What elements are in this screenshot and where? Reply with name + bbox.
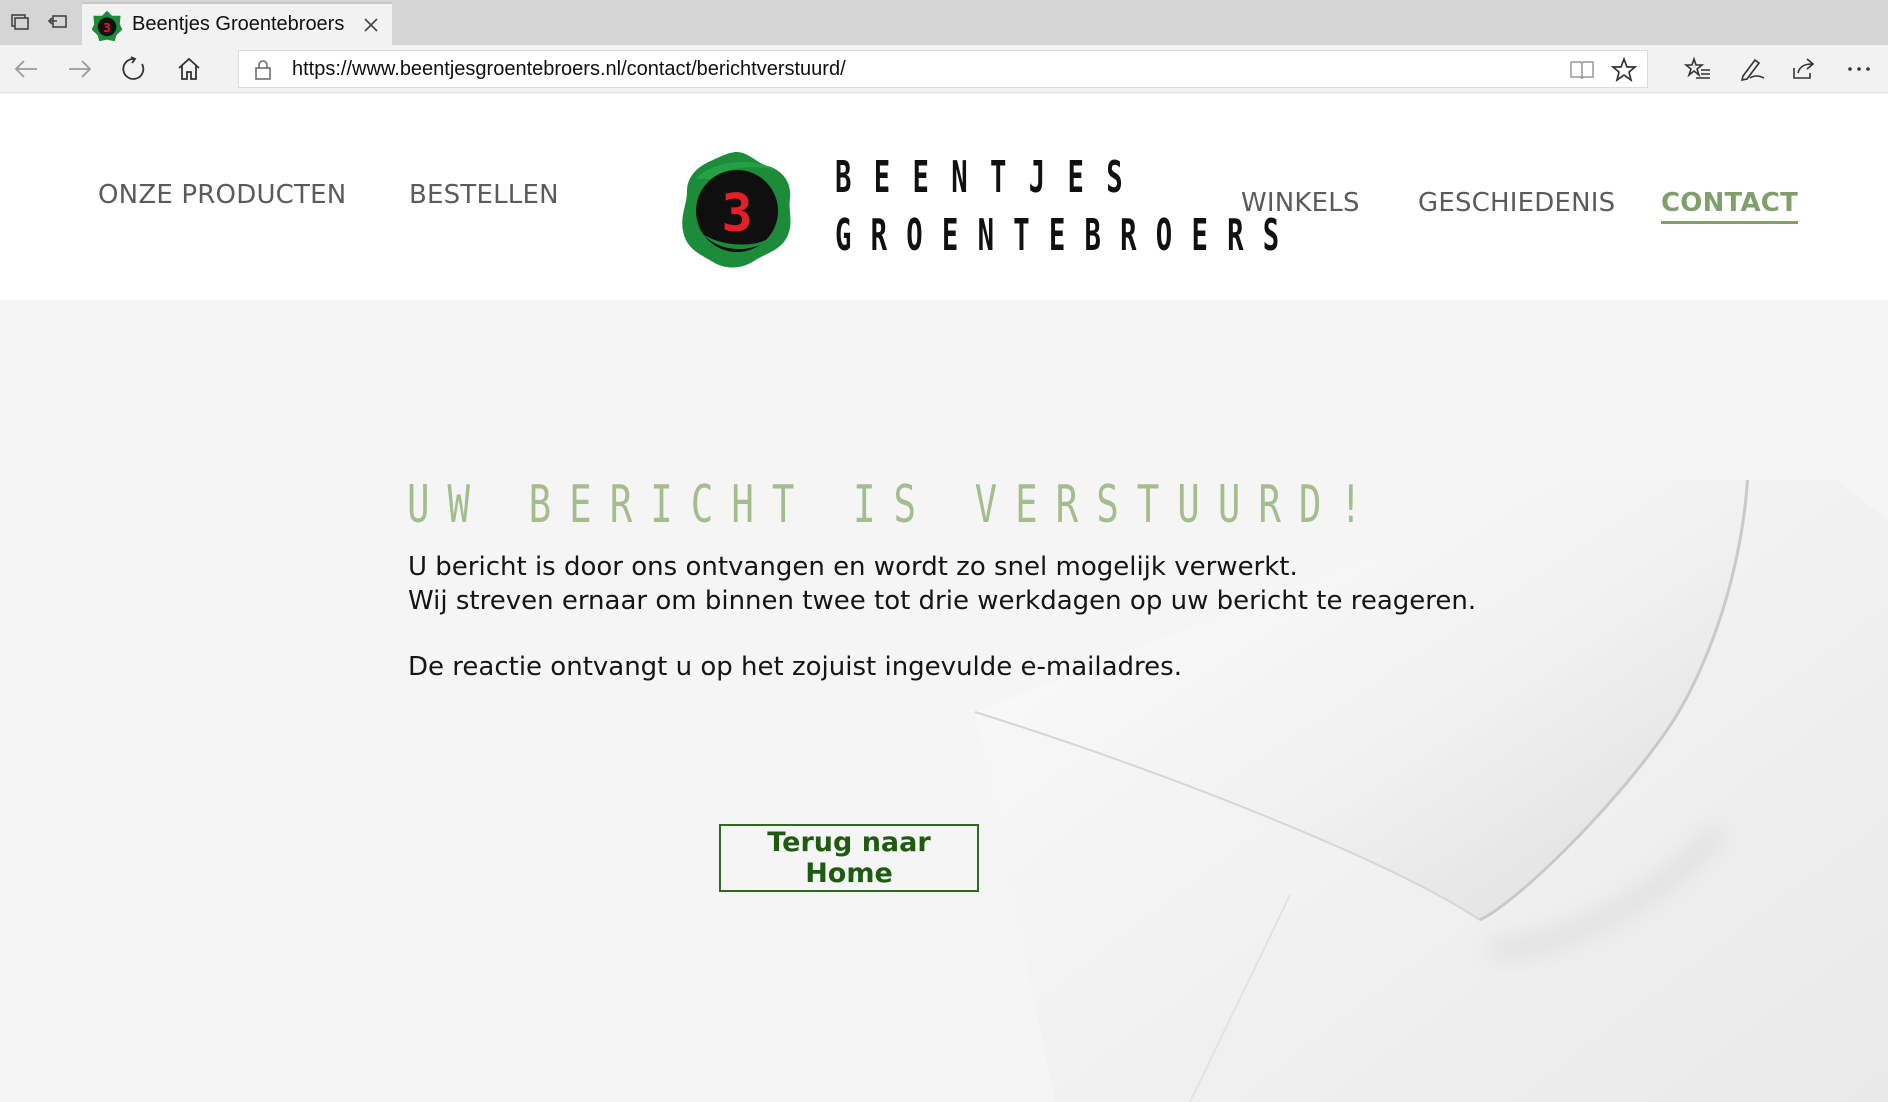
svg-text:3: 3: [721, 184, 752, 244]
nav-contact[interactable]: CONTACT: [1661, 188, 1798, 224]
message-line-1: U bericht is door ons ontvangen en wordt…: [408, 552, 1298, 582]
browser-tab-bar: 3 Beentjes Groentebroers: [0, 0, 1888, 45]
more-icon[interactable]: [1843, 53, 1875, 85]
reading-view-icon[interactable]: [1569, 58, 1595, 82]
tab-title: Beentjes Groentebroers: [132, 13, 345, 35]
nav-geschiedenis[interactable]: GESCHIEDENIS: [1418, 188, 1615, 218]
svg-text:3: 3: [103, 21, 111, 36]
pen-icon[interactable]: [1736, 53, 1768, 85]
favorites-list-icon[interactable]: [1682, 53, 1714, 85]
logo-emblem[interactable]: 3: [680, 149, 795, 271]
message-line-3: De reactie ontvangt u op het zojuist ing…: [408, 652, 1182, 682]
favorite-star-icon[interactable]: [1611, 57, 1637, 83]
nav-onze-producten[interactable]: ONZE PRODUCTEN: [98, 180, 346, 210]
logo-word-line1: BEENTJES: [835, 152, 1145, 203]
page-title: UW BERICHT IS VERSTUURD!: [407, 475, 1380, 535]
close-icon[interactable]: [360, 14, 382, 36]
site-favicon-icon: 3: [91, 10, 123, 42]
url-text[interactable]: https://www.beentjesgroentebroers.nl/con…: [292, 58, 846, 81]
message-line-2: Wij streven ernaar om binnen twee tot dr…: [408, 586, 1477, 616]
tab-list-icon[interactable]: [6, 8, 34, 36]
lock-icon: [255, 60, 271, 80]
share-icon[interactable]: [1788, 53, 1820, 85]
forward-icon[interactable]: [64, 53, 96, 85]
nav-winkels[interactable]: WINKELS: [1241, 188, 1360, 218]
main-content: UW BERICHT IS VERSTUURD! U bericht is do…: [0, 300, 1888, 1102]
address-bar[interactable]: https://www.beentjesgroentebroers.nl/con…: [238, 50, 1648, 88]
back-home-button[interactable]: Terug naar Home: [719, 824, 979, 892]
refresh-icon[interactable]: [118, 53, 150, 85]
browser-tab[interactable]: 3 Beentjes Groentebroers: [82, 2, 392, 45]
tab-aside-icon[interactable]: [44, 8, 72, 36]
logo-word-line2: GROENTEBROERS: [835, 210, 1299, 261]
back-icon[interactable]: [10, 53, 42, 85]
nav-bestellen[interactable]: BESTELLEN: [409, 180, 559, 210]
home-icon[interactable]: [173, 53, 205, 85]
site-header: ONZE PRODUCTEN BESTELLEN 3 BEENTJES GROE…: [0, 94, 1888, 300]
browser-toolbar: https://www.beentjesgroentebroers.nl/con…: [0, 45, 1888, 93]
